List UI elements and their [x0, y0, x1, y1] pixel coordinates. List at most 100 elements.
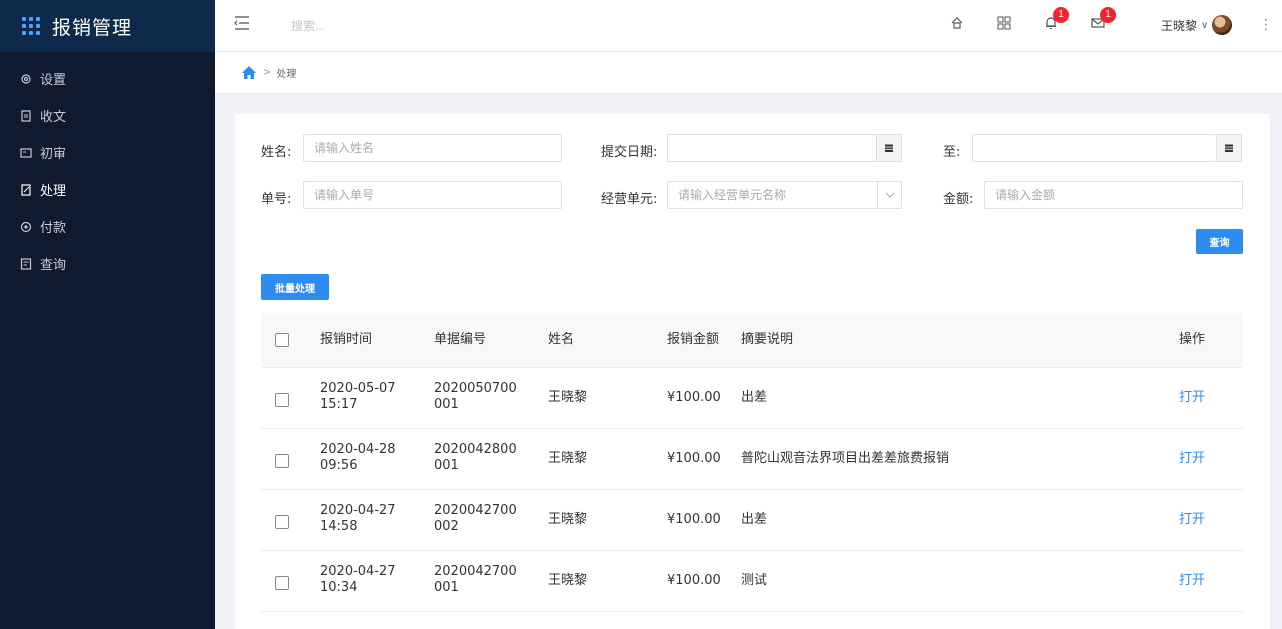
breadcrumb-current: 处理 [276, 69, 297, 80]
no-input[interactable] [303, 181, 562, 209]
amount-input[interactable] [984, 181, 1243, 209]
main-card: 姓名: 提交日期: 至: 单号: 经营单元: 金额: 查询 批量处理 报销时间 … [235, 114, 1270, 629]
top-header: 1 1 王晓黎 ∨ ⋮ [215, 0, 1282, 52]
cell-no: 2020042700002 [434, 503, 517, 534]
table-row: 2020-05-07 15:17 2020050700001 王晓黎 ¥100.… [261, 368, 1243, 429]
open-link[interactable]: 打开 [1179, 451, 1205, 467]
sidebar-item-process[interactable]: 处理 [0, 171, 215, 208]
brand-title: 报销管理 [52, 16, 133, 39]
cell-amount: ¥100.00 [667, 512, 721, 527]
col-no: 单据编号 [434, 332, 487, 347]
col-name: 姓名 [548, 332, 575, 347]
sidebar-item-query[interactable]: 查询 [0, 245, 215, 282]
name-label: 姓名: [261, 145, 292, 160]
col-time: 报销时间 [320, 332, 373, 347]
table-row: 2020-04-28 09:56 2020042800001 王晓黎 ¥100.… [261, 429, 1243, 490]
document-icon [20, 109, 32, 122]
table-row: 2020-04-27 14:58 2020042700002 王晓黎 ¥100.… [261, 490, 1243, 551]
cell-amount: ¥100.00 [667, 390, 721, 405]
open-link[interactable]: 打开 [1179, 512, 1205, 528]
sidebar-item-review[interactable]: 初审 [0, 134, 215, 171]
apps-icon[interactable] [997, 16, 1015, 34]
user-menu[interactable]: 王晓黎 ∨ [1161, 15, 1233, 35]
cell-time: 2020-05-07 15:17 [320, 381, 396, 412]
open-link[interactable]: 打开 [1179, 390, 1205, 406]
unit-select[interactable] [667, 181, 902, 209]
cell-name: 王晓黎 [548, 573, 588, 588]
gear-icon [20, 73, 32, 85]
calendar-icon[interactable] [877, 134, 902, 162]
batch-process-button[interactable]: 批量处理 [261, 274, 329, 300]
end-date-input[interactable] [972, 134, 1217, 162]
bell-icon[interactable]: 1 [1044, 7, 1069, 34]
no-label: 单号: [261, 192, 292, 207]
message-badge: 1 [1100, 7, 1116, 23]
sidebar-item-label: 设置 [40, 73, 67, 88]
sidebar: 报销管理 设置 收文 初审 处理 付款 查询 [0, 0, 215, 629]
breadcrumb: > 处理 [215, 52, 1282, 94]
row-checkbox[interactable] [275, 515, 289, 529]
more-vertical-icon[interactable]: ⋮ [1259, 17, 1273, 33]
mail-icon[interactable]: 1 [1091, 7, 1116, 34]
home-icon[interactable] [950, 16, 968, 34]
user-name: 王晓黎 [1161, 18, 1198, 33]
cell-time: 2020-04-28 09:56 [320, 442, 396, 473]
amount-label: 金额: [943, 192, 974, 207]
notification-badge: 1 [1053, 7, 1069, 23]
cell-amount: ¥100.00 [667, 573, 721, 588]
cell-desc: 出差 [741, 390, 768, 405]
cell-desc: 出差 [741, 512, 768, 527]
brand: 报销管理 [0, 0, 215, 52]
payment-icon [20, 221, 32, 233]
cell-name: 王晓黎 [548, 512, 588, 527]
cell-desc: 测试 [741, 573, 768, 588]
avatar [1212, 15, 1233, 35]
sidebar-item-label: 处理 [40, 184, 67, 199]
start-date-input[interactable] [667, 134, 877, 162]
col-amount: 报销金额 [667, 332, 720, 347]
sidebar-item-receive[interactable]: 收文 [0, 97, 215, 134]
review-icon [20, 147, 32, 159]
breadcrumb-separator: > [263, 67, 272, 78]
row-checkbox[interactable] [275, 454, 289, 468]
unit-label: 经营单元: [601, 192, 658, 207]
sidebar-item-label: 收文 [40, 110, 67, 125]
chevron-down-icon[interactable] [877, 181, 902, 209]
sidebar-item-label: 查询 [40, 258, 67, 273]
row-checkbox[interactable] [275, 576, 289, 590]
cell-name: 王晓黎 [548, 390, 588, 405]
table-header: 报销时间 单据编号 姓名 报销金额 摘要说明 操作 [261, 313, 1243, 368]
date-label: 提交日期: [601, 145, 658, 160]
cell-time: 2020-04-27 14:58 [320, 503, 396, 534]
sidebar-menu: 设置 收文 初审 处理 付款 查询 [0, 60, 215, 282]
open-link[interactable]: 打开 [1179, 573, 1205, 589]
cell-no: 2020050700001 [434, 381, 517, 412]
name-input[interactable] [303, 134, 562, 162]
sidebar-item-payment[interactable]: 付款 [0, 208, 215, 245]
cell-amount: ¥100.00 [667, 451, 721, 466]
cell-desc: 普陀山观音法界项目出差差旅费报销 [741, 451, 950, 466]
data-table: 报销时间 单据编号 姓名 报销金额 摘要说明 操作 2020-05-07 15:… [261, 313, 1243, 612]
home-icon[interactable] [242, 66, 256, 79]
cell-no: 2020042700001 [434, 564, 517, 595]
search-input[interactable] [291, 17, 491, 35]
calendar-icon[interactable] [1217, 134, 1242, 162]
sidebar-item-settings[interactable]: 设置 [0, 60, 215, 97]
apps-grid-icon [22, 17, 40, 35]
sidebar-item-label: 付款 [40, 221, 67, 236]
cell-no: 2020042800001 [434, 442, 517, 473]
query-icon [20, 257, 32, 270]
col-op: 操作 [1179, 332, 1206, 347]
select-all-checkbox[interactable] [275, 333, 289, 347]
cell-time: 2020-04-27 10:34 [320, 564, 396, 595]
sidebar-item-label: 初审 [40, 147, 67, 162]
cell-name: 王晓黎 [548, 451, 588, 466]
chevron-down-icon: ∨ [1201, 19, 1209, 31]
edit-doc-icon [20, 183, 32, 196]
col-desc: 摘要说明 [741, 332, 794, 347]
query-button[interactable]: 查询 [1196, 229, 1243, 254]
row-checkbox[interactable] [275, 393, 289, 407]
table-row: 2020-04-27 10:34 2020042700001 王晓黎 ¥100.… [261, 551, 1243, 612]
menu-collapse-icon[interactable] [233, 14, 251, 32]
to-label: 至: [943, 145, 961, 160]
